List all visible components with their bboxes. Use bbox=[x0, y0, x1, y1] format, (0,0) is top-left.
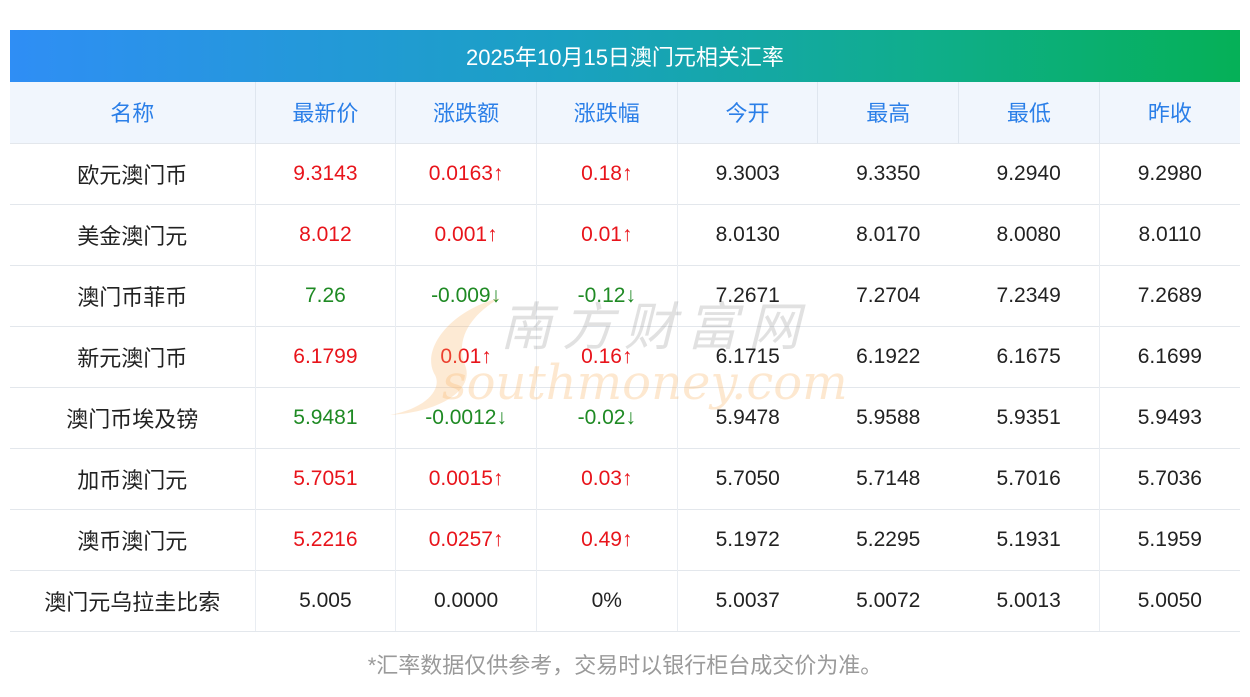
change-amount-cell: 0.001↑ bbox=[395, 203, 537, 265]
table-row: 澳门币埃及镑 5.9481 -0.0012↓ -0.02↓ 5.9478 5.9588 5.… bbox=[10, 386, 1240, 448]
rate-name-cell: 澳门币埃及镑 bbox=[10, 386, 256, 448]
column-header-open: 今开 bbox=[677, 82, 819, 143]
table-row: 澳门元乌拉圭比索 5.005 0.0000 0% 5.0037 5.0072 5.0013 5… bbox=[10, 569, 1240, 632]
rate-name-cell: 欧元澳门币 bbox=[10, 142, 256, 204]
open-price-cell: 5.7050 bbox=[677, 447, 818, 509]
prev-close-cell: 5.9493 bbox=[1099, 386, 1240, 448]
low-price-cell: 5.1931 bbox=[958, 508, 1100, 570]
open-price-cell: 5.9478 bbox=[677, 386, 818, 448]
change-amount-cell: -0.0012↓ bbox=[395, 386, 537, 448]
prev-close-cell: 9.2980 bbox=[1099, 142, 1240, 204]
latest-price-cell: 5.2216 bbox=[255, 508, 397, 570]
change-amount-cell: 0.0015↑ bbox=[395, 447, 537, 509]
high-price-cell: 9.3350 bbox=[817, 142, 959, 204]
table-header-row: 名称 最新价 涨跌额 涨跌幅 今开 最高 最低 昨收 bbox=[10, 82, 1240, 143]
column-header-prev-close: 昨收 bbox=[1147, 101, 1192, 127]
table-row: 澳币澳门元 5.2216 0.0257↑ 0.49↑ 5.1972 5.2295 5.193… bbox=[10, 508, 1240, 570]
change-pct-cell: 0.01↑ bbox=[536, 203, 678, 265]
change-pct-cell: -0.02↓ bbox=[536, 386, 678, 448]
table-row: 欧元澳门币 9.3143 0.0163↑ 0.18↑ 9.3003 9.3350 9.294… bbox=[10, 142, 1240, 204]
prev-close-cell: 7.2689 bbox=[1099, 264, 1240, 326]
change-amount-cell: -0.009↓ bbox=[395, 264, 537, 326]
rate-name-cell: 美金澳门元 bbox=[10, 203, 256, 265]
change-amount-cell: 0.0163↑ bbox=[395, 142, 537, 204]
change-pct-cell: -0.12↓ bbox=[536, 264, 678, 326]
change-amount-cell: 0.0000 bbox=[395, 569, 537, 632]
low-price-cell: 5.9351 bbox=[958, 386, 1100, 448]
column-header-name: 名称 bbox=[10, 82, 256, 143]
open-price-cell: 9.3003 bbox=[677, 142, 818, 204]
column-header-latest: 最新价 bbox=[255, 82, 397, 143]
low-price-cell: 5.7016 bbox=[958, 447, 1100, 509]
low-price-cell: 7.2349 bbox=[958, 264, 1100, 326]
latest-price-cell: 8.012 bbox=[255, 203, 397, 265]
low-price-cell: 6.1675 bbox=[958, 325, 1100, 387]
column-header-low: 最低 bbox=[958, 82, 1100, 143]
high-price-cell: 5.0072 bbox=[817, 569, 959, 632]
rate-name-cell: 澳门元乌拉圭比索 bbox=[10, 569, 256, 632]
prev-close-cell: 8.0110 bbox=[1099, 203, 1240, 265]
latest-price-cell: 9.3143 bbox=[255, 142, 397, 204]
column-header-change-pct: 涨跌幅 bbox=[536, 82, 678, 143]
table-row: 加币澳门元 5.7051 0.0015↑ 0.03↑ 5.7050 5.7148 5.701… bbox=[10, 447, 1240, 509]
latest-price-cell: 5.7051 bbox=[255, 447, 397, 509]
table-row: 澳门币菲币 7.26 -0.009↓ -0.12↓ 7.2671 7.2704 7.2349… bbox=[10, 264, 1240, 326]
high-price-cell: 5.2295 bbox=[817, 508, 959, 570]
latest-price-cell: 5.9481 bbox=[255, 386, 397, 448]
latest-price-cell: 5.005 bbox=[255, 569, 397, 632]
low-price-cell: 5.0013 bbox=[958, 569, 1100, 632]
prev-close-cell: 5.1959 bbox=[1099, 508, 1240, 570]
prev-close-cell: 6.1699 bbox=[1099, 325, 1240, 387]
prev-close-cell: 5.7036 bbox=[1099, 447, 1240, 509]
prev-close-cell: 5.0050 bbox=[1099, 569, 1240, 632]
table-row: 美金澳门元 8.012 0.001↑ 0.01↑ 8.0130 8.0170 8.0080 8… bbox=[10, 203, 1240, 265]
open-price-cell: 6.1715 bbox=[677, 325, 818, 387]
change-pct-cell: 0% bbox=[536, 569, 678, 632]
change-amount-cell: 0.0257↑ bbox=[395, 508, 537, 570]
column-header-change: 涨跌额 bbox=[395, 82, 537, 143]
rate-name-cell: 加币澳门元 bbox=[10, 447, 256, 509]
change-pct-cell: 0.49↑ bbox=[536, 508, 678, 570]
rate-name-cell: 澳门币菲币 bbox=[10, 264, 256, 326]
exchange-rate-table: 名称 最新价 涨跌额 涨跌幅 今开 最高 最低 昨收 欧元澳门币 9.3143 0.… bbox=[10, 82, 1240, 632]
high-price-cell: 5.7148 bbox=[817, 447, 959, 509]
high-price-cell: 6.1922 bbox=[817, 325, 959, 387]
low-price-cell: 9.2940 bbox=[958, 142, 1100, 204]
footnote: *汇率数据仅供参考，交易时以银行柜台成交价为准。 bbox=[367, 653, 883, 678]
latest-price-cell: 6.1799 bbox=[255, 325, 397, 387]
column-header-high: 最高 bbox=[817, 82, 960, 143]
high-price-cell: 7.2704 bbox=[817, 264, 959, 326]
change-pct-cell: 0.16↑ bbox=[536, 325, 678, 387]
change-pct-cell: 0.18↑ bbox=[536, 142, 678, 204]
open-price-cell: 8.0130 bbox=[677, 203, 818, 265]
table-row: 新元澳门币 6.1799 0.01↑ 0.16↑ 6.1715 6.1922 6.1675 6… bbox=[10, 325, 1240, 387]
change-pct-cell: 0.03↑ bbox=[536, 447, 678, 509]
open-price-cell: 5.1972 bbox=[677, 508, 818, 570]
change-amount-cell: 0.01↑ bbox=[395, 325, 537, 387]
latest-price-cell: 7.26 bbox=[255, 264, 397, 326]
low-price-cell: 8.0080 bbox=[958, 203, 1100, 265]
open-price-cell: 7.2671 bbox=[677, 264, 818, 326]
rate-name-cell: 澳币澳门元 bbox=[10, 508, 256, 570]
open-price-cell: 5.0037 bbox=[677, 569, 818, 632]
rate-name-cell: 新元澳门币 bbox=[10, 325, 256, 387]
high-price-cell: 5.9588 bbox=[817, 386, 959, 448]
high-price-cell: 8.0170 bbox=[817, 203, 959, 265]
table-title: 2025年10月15日澳门元相关汇率 bbox=[10, 30, 1240, 82]
